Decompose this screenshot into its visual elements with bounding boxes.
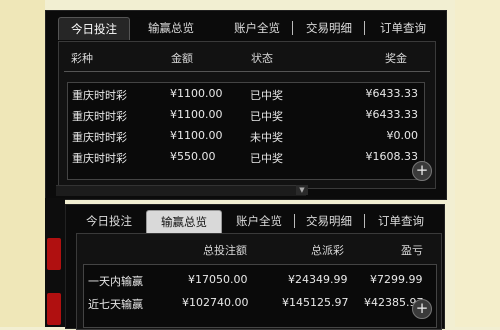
row-amount: ¥1100.00 [170,129,223,142]
page-background-left [0,0,45,327]
row-status: 已中奖 [250,89,283,102]
win-loss-table: 一天内输赢 ¥17050.00 ¥24349.99 ¥7299.99 近七天输赢… [83,264,437,328]
header-total-payout: 总派彩 [311,244,344,257]
row-status: 未中奖 [250,131,283,144]
row-period-label: 一天内输赢 [88,275,143,288]
tab-separator [364,214,365,228]
tab-transaction-details[interactable]: 交易明细 [296,17,362,39]
tab-separator [294,214,295,228]
tab-separator [364,21,365,35]
row-lottery-type: 重庆时时彩 [72,131,127,144]
horizontal-scrollbar[interactable] [56,185,306,196]
row-total-payout: ¥24349.99 [288,273,348,286]
row-period-label: 近七天输赢 [88,298,143,311]
red-indicator [47,293,61,325]
row-lottery-type: 重庆时时彩 [72,152,127,165]
tab-account-overview[interactable]: 账户全览 [224,17,290,39]
tab-transaction-details[interactable]: 交易明细 [298,210,360,232]
row-status: 已中奖 [250,152,283,165]
left-side-strip [45,198,65,327]
win-loss-content: 总投注额 总派彩 盈亏 一天内输赢 ¥17050.00 ¥24349.99 ¥7… [76,233,442,330]
panel1-tab-bar: 今日投注 输赢总览 账户全览 交易明细 订单查询 [58,17,446,40]
header-divider [64,71,430,72]
win-loss-overview-panel: 今日投注 输赢总览 账户全览 交易明细 订单查询 总投注额 总派彩 盈亏 一天内… [65,204,445,330]
expand-plus-button[interactable]: + [412,161,432,181]
row-status: 已中奖 [250,110,283,123]
tab-win-loss-overview[interactable]: 输赢总览 [136,17,206,39]
row-total-payout: ¥145125.97 [282,296,349,309]
header-profit-loss: 盈亏 [401,244,423,257]
expand-plus-button[interactable]: + [412,299,432,319]
tab-order-query[interactable]: 订单查询 [368,17,438,39]
header-status: 状态 [251,52,273,65]
row-profit-loss: ¥7299.99 [370,273,423,286]
row-amount: ¥550.00 [170,150,216,163]
row-prize: ¥6433.33 [365,108,419,121]
header-lottery-type: 彩种 [71,52,93,65]
row-prize: ¥6433.33 [365,87,419,100]
panel2-tab-bar: 今日投注 输赢总览 账户全览 交易明细 订单查询 [74,210,444,233]
tab-order-query[interactable]: 订单查询 [368,210,434,232]
tab-win-loss-overview[interactable]: 输赢总览 [146,210,222,233]
row-prize: ¥0.00 [386,129,419,142]
page-background-right [455,0,500,327]
row-total-bet: ¥17050.00 [188,273,248,286]
row-amount: ¥1100.00 [170,87,223,100]
row-lottery-type: 重庆时时彩 [72,110,127,123]
bets-table: 重庆时时彩 ¥1100.00 已中奖 ¥6433.33 重庆时时彩 ¥1100.… [67,82,425,180]
header-amount: 金额 [171,52,193,65]
tab-today-bets[interactable]: 今日投注 [74,210,144,232]
tab-account-overview[interactable]: 账户全览 [228,210,290,232]
row-total-bet: ¥102740.00 [182,296,249,309]
scroll-down-arrow-icon[interactable]: ▼ [296,185,308,195]
header-prize: 奖金 [385,52,407,65]
header-total-bet: 总投注额 [203,244,247,257]
today-bets-panel: 今日投注 输赢总览 账户全览 交易明细 订单查询 彩种 金额 状态 奖金 重庆时… [45,10,447,200]
row-lottery-type: 重庆时时彩 [72,89,127,102]
row-amount: ¥1100.00 [170,108,223,121]
today-bets-content: 彩种 金额 状态 奖金 重庆时时彩 ¥1100.00 已中奖 ¥6433.33 … [58,41,436,189]
tab-separator [292,21,293,35]
tab-today-bets[interactable]: 今日投注 [58,17,130,40]
row-prize: ¥1608.33 [365,150,419,163]
red-indicator [47,238,61,270]
